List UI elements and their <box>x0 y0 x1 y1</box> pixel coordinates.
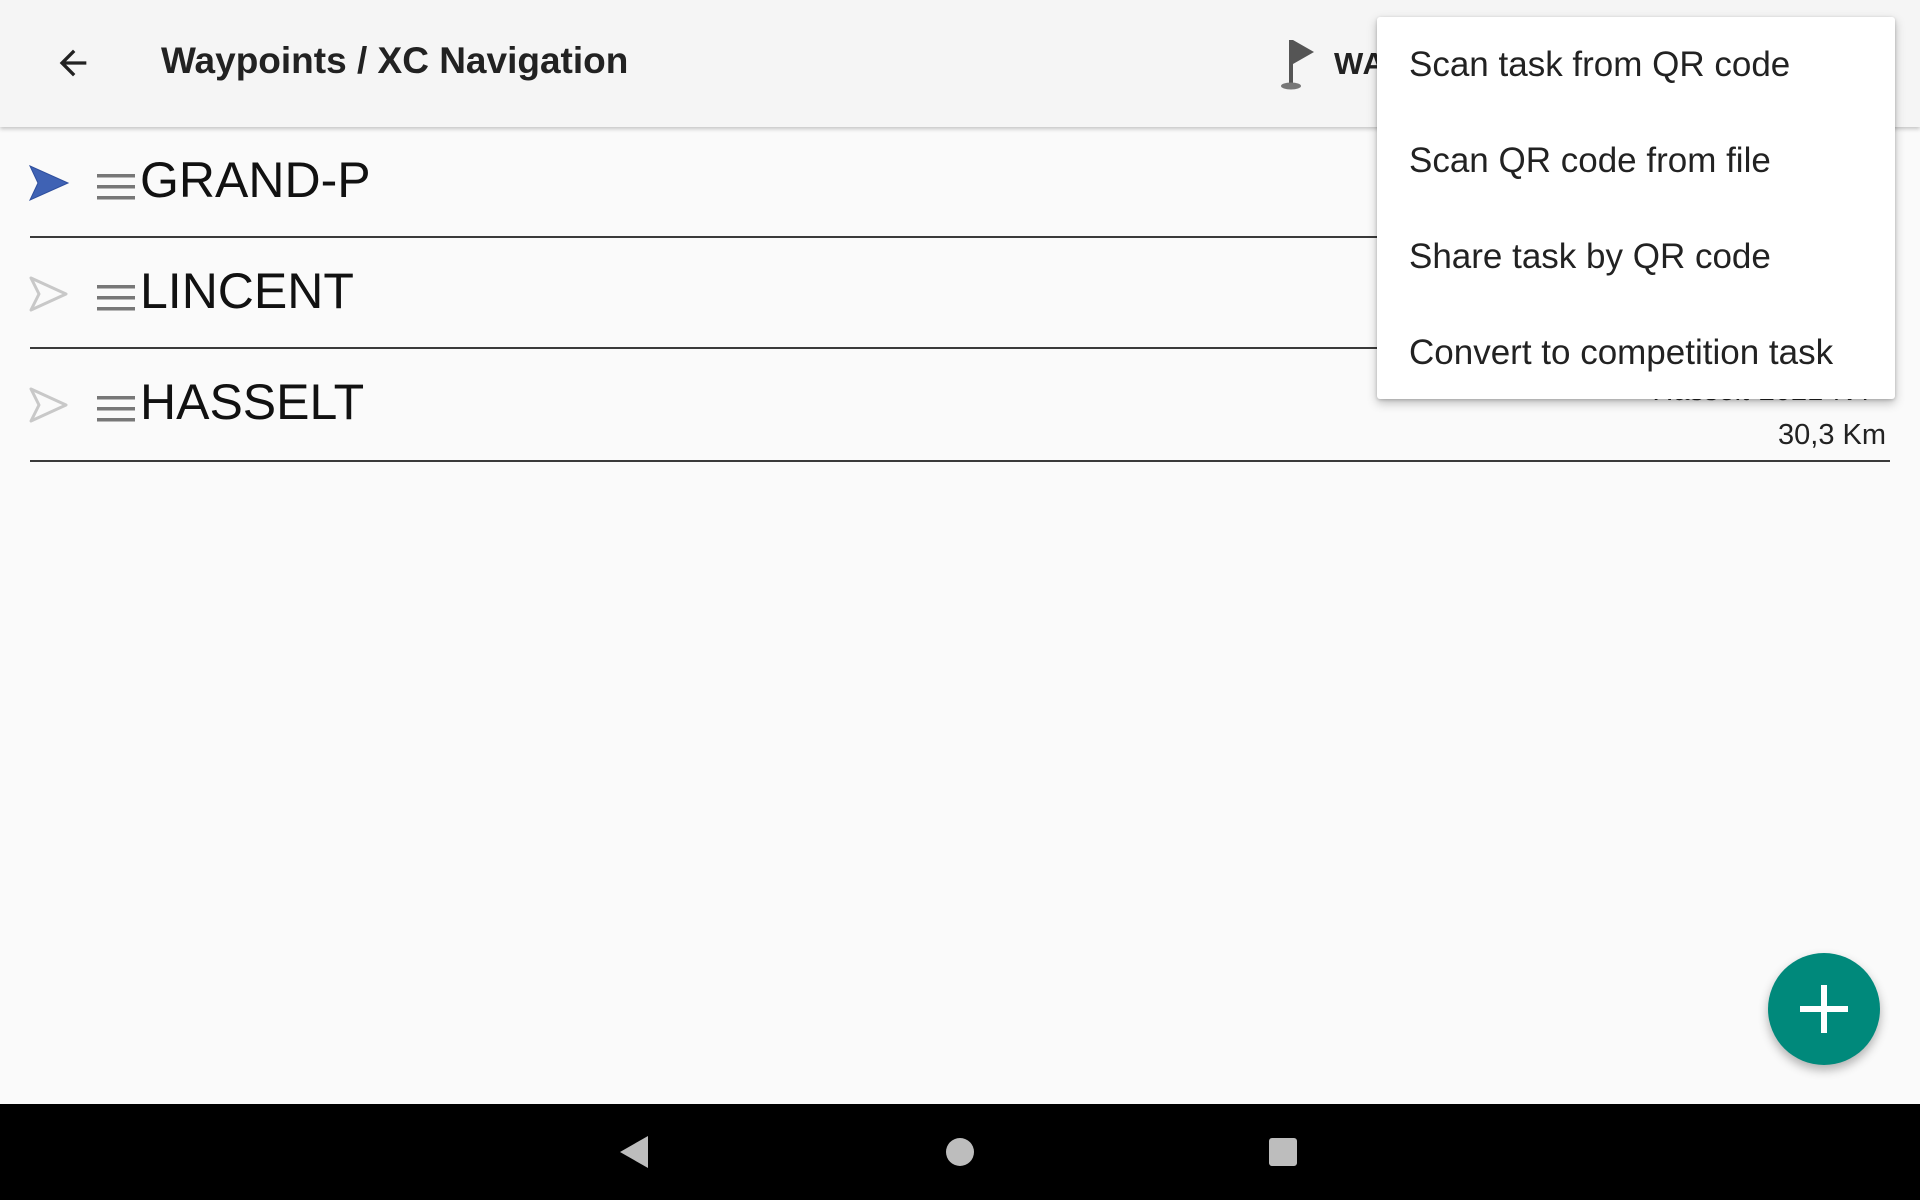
arrow-back-icon <box>59 49 87 77</box>
page-title: Waypoints / XC Navigation <box>161 40 629 81</box>
menu-item-scan-task-qr[interactable]: Scan task from QR code <box>1377 17 1895 113</box>
system-nav-bar <box>0 1104 1920 1200</box>
waypoints-action-button[interactable]: WA <box>1280 34 1386 94</box>
divider <box>30 460 1890 462</box>
drag-handle-icon[interactable] <box>97 284 135 312</box>
flag-icon <box>1281 40 1314 90</box>
overflow-menu: Scan task from QR code Scan QR code from… <box>1377 17 1895 399</box>
navigate-active-icon[interactable] <box>28 163 70 203</box>
waypoint-name: LINCENT <box>140 263 354 319</box>
system-recents-button[interactable] <box>1259 1128 1307 1176</box>
back-button[interactable] <box>40 30 106 96</box>
screen: Waypoints / XC Navigation WA GRAND-P LIN… <box>0 0 1920 1200</box>
menu-item-convert-competition[interactable]: Convert to competition task <box>1377 305 1895 401</box>
menu-item-scan-qr-file[interactable]: Scan QR code from file <box>1377 113 1895 209</box>
add-waypoint-button[interactable] <box>1768 953 1880 1065</box>
drag-handle-icon[interactable] <box>97 173 135 201</box>
system-home-button[interactable] <box>936 1128 984 1176</box>
system-back-button[interactable] <box>610 1128 658 1176</box>
triangle-back-icon <box>620 1136 648 1168</box>
waypoint-distance: 30,3 Km <box>1778 419 1886 451</box>
navigate-inactive-icon[interactable] <box>28 385 70 425</box>
menu-item-share-task-qr[interactable]: Share task by QR code <box>1377 209 1895 305</box>
waypoint-name: HASSELT <box>140 374 365 430</box>
waypoint-name: GRAND-P <box>140 152 371 208</box>
square-recents-icon <box>1269 1138 1297 1166</box>
drag-handle-icon[interactable] <box>97 395 135 423</box>
navigate-inactive-icon[interactable] <box>28 274 70 314</box>
plus-icon <box>1800 985 1848 1033</box>
circle-home-icon <box>946 1138 974 1166</box>
